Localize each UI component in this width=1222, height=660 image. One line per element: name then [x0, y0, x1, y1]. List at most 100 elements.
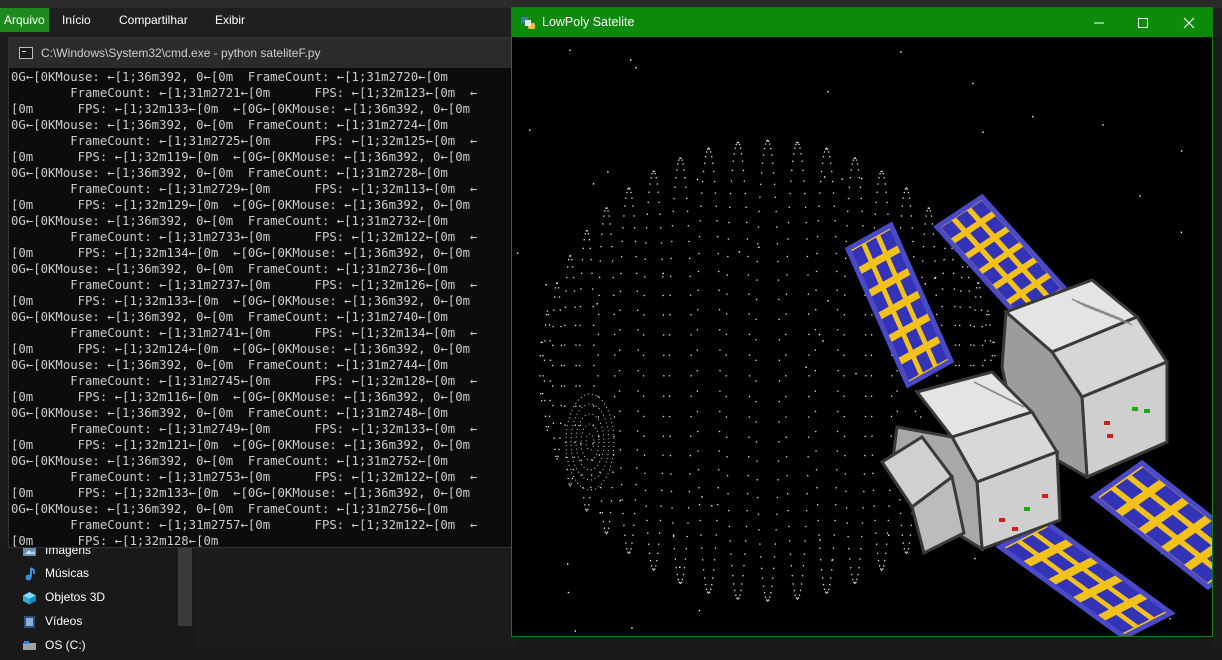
sphere-point [565, 290, 567, 292]
sphere-point [757, 226, 760, 228]
satellite-window[interactable]: LowPoly Satelite [511, 7, 1213, 637]
sphere-point [726, 293, 728, 295]
sphere-point [585, 230, 587, 232]
sphere-point [758, 529, 760, 531]
explorer-nav-scrollbar[interactable] [178, 548, 192, 626]
sphere-point [647, 532, 649, 534]
sphere-point [793, 589, 795, 592]
minimize-button[interactable] [1076, 8, 1122, 37]
sphere-point [597, 395, 599, 398]
cmd-window[interactable]: C:\Windows\System32\cmd.exe - python sat… [8, 37, 514, 548]
star [630, 59, 632, 61]
sphere-point [870, 375, 873, 377]
sphere-point [815, 450, 817, 452]
sphere-point [775, 529, 777, 531]
nav-item-videos[interactable]: Vídeos [22, 610, 82, 632]
sphere-point [776, 226, 778, 228]
sphere-point [703, 577, 706, 579]
sphere-point [547, 426, 550, 428]
cmd-console-output[interactable]: 0G←[0KMouse: ←[1;36m392, 0←[0m FrameCoun… [11, 69, 511, 547]
sphere-point [566, 468, 568, 471]
sphere-point [778, 318, 780, 321]
sphere-point [574, 324, 577, 327]
sphere-point [863, 490, 865, 493]
sphere-point [987, 310, 989, 312]
sphere-point [715, 534, 717, 536]
sphere-point [778, 380, 781, 382]
nav-item-musicas[interactable]: Músicas [22, 562, 89, 584]
sphere-point [662, 415, 665, 418]
sphere-point [673, 197, 675, 200]
sphere-point [613, 294, 615, 296]
sphere-point [633, 524, 635, 527]
sphere-point [688, 240, 690, 243]
sphere-point [582, 486, 584, 489]
sphere-point [560, 344, 563, 347]
maximize-button[interactable] [1120, 8, 1166, 37]
sphere-point [579, 364, 581, 367]
sphere-point [845, 240, 847, 243]
sphere-point [575, 344, 577, 346]
sphere-point [633, 215, 635, 217]
sphere-point [696, 410, 699, 413]
sphere-point [651, 568, 654, 570]
sphere-point [808, 395, 810, 398]
sphere-point [736, 597, 738, 599]
sphere-point [676, 169, 678, 171]
tab-inicio[interactable]: Início [56, 8, 97, 32]
sphere-point [716, 220, 718, 222]
sphere-point [730, 553, 732, 555]
sphere-point [745, 206, 747, 209]
sphere-point [643, 294, 645, 297]
sphere-point [970, 344, 972, 346]
sphere-point [954, 324, 956, 327]
nav-item-os-c[interactable]: OS (C:) [22, 634, 86, 656]
sphere-point [968, 290, 970, 292]
nav-item-objetos-3d[interactable]: Objetos 3D [22, 586, 105, 608]
tab-arquivo[interactable]: Arquivo [0, 8, 49, 32]
sphere-point [670, 490, 673, 493]
tab-compartilhar[interactable]: Compartilhar [113, 8, 194, 32]
sphere-point [741, 583, 743, 585]
sphere-point [885, 191, 887, 193]
sphere-point [804, 206, 807, 209]
console-line: [0m FPS: ←[1;32m133←[0m ←[0G←[0KMouse: ←… [11, 102, 471, 116]
sphere-point [849, 558, 851, 560]
sphere-point [875, 532, 877, 534]
sphere-point [778, 339, 780, 341]
sphere-point [768, 599, 770, 601]
sphere-point [540, 393, 542, 395]
sphere-point [697, 450, 699, 452]
sphere-point [846, 225, 848, 227]
sphere-point [704, 156, 707, 158]
tab-exibir[interactable]: Exibir [209, 8, 251, 32]
sphere-point [584, 504, 586, 506]
close-button[interactable] [1166, 8, 1212, 37]
sphere-point [706, 148, 709, 150]
sphere-point [717, 252, 719, 255]
sphere-point [755, 380, 757, 382]
sphere-point [883, 565, 885, 567]
sphere-point [614, 395, 616, 398]
cmd-titlebar[interactable]: C:\Windows\System32\cmd.exe - python sat… [9, 38, 513, 68]
sphere-point [805, 525, 807, 528]
sphere-point [816, 504, 819, 506]
sphere-point [790, 565, 793, 567]
sphere-point [829, 156, 831, 158]
sphere-point [564, 424, 566, 426]
sphere-point [769, 143, 771, 145]
sphere-point [970, 364, 972, 367]
sphere-point [602, 223, 604, 225]
satellite-titlebar[interactable]: LowPoly Satelite [512, 8, 1212, 37]
star [631, 627, 633, 629]
satellite-render-canvas[interactable] [512, 37, 1212, 636]
sphere-point [654, 172, 656, 175]
sphere-point [584, 233, 586, 235]
sphere-point [728, 510, 730, 512]
sphere-point [588, 504, 590, 506]
nav-item-label: Músicas [45, 566, 90, 580]
star [711, 504, 713, 507]
sphere-point [547, 313, 550, 316]
sphere-point [735, 594, 737, 596]
sphere-point [705, 151, 708, 153]
